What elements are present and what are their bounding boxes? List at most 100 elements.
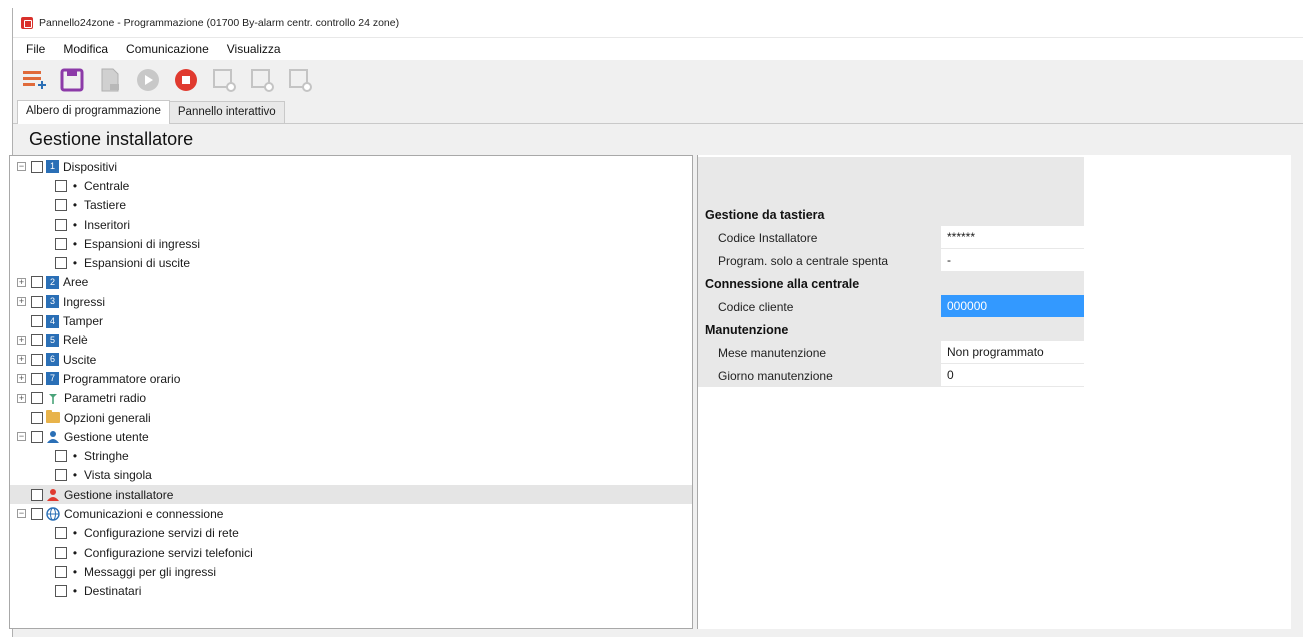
tree-checkbox[interactable] [55,218,67,231]
tree-item[interactable]: +2 Aree [10,273,692,292]
property-value[interactable]: - [941,249,1084,272]
tree-checkbox[interactable] [31,392,43,405]
tree-checkbox[interactable] [55,179,67,192]
stop-button[interactable] [171,65,201,95]
tree-item[interactable]: Gestione installatore [10,485,692,505]
tree-checkbox[interactable] [31,353,43,366]
property-category[interactable]: Connessione alla centrale [698,272,1084,295]
tree-item[interactable]: • Inseritori [10,215,692,234]
tree-item-label: Configurazione servizi di rete [84,526,239,541]
tree-checkbox[interactable] [55,585,67,598]
add-list-button[interactable] [19,65,49,95]
tree-checkbox[interactable] [55,527,67,540]
property-value[interactable]: ****** [941,226,1084,249]
property-grid: Gestione da tastiera Codice Installatore *… [698,157,1084,387]
expand-icon[interactable]: + [17,393,26,403]
device-icon [289,69,312,92]
tree-checkbox[interactable] [55,257,67,270]
tree-item-label: Configurazione servizi telefonici [84,545,253,560]
device-button-2[interactable] [247,65,277,95]
expand-icon[interactable]: + [17,374,26,384]
tree-item[interactable]: • Messaggi per gli ingressi [10,562,692,581]
tree-checkbox[interactable] [55,565,67,578]
property-category[interactable]: Manutenzione [698,318,1084,341]
property-value[interactable]: 0 [941,364,1084,387]
device-button-1[interactable] [209,65,239,95]
tree-item[interactable]: • Stringhe [10,446,692,465]
tree-checkbox[interactable] [31,160,43,173]
bullet-icon: • [72,564,78,579]
tree-item-label: Relè [63,333,88,348]
tree-checkbox[interactable] [55,450,67,463]
expand-icon[interactable]: + [17,355,26,365]
tree-checkbox[interactable] [55,546,67,559]
tree-item-label: Gestione installatore [64,487,174,502]
collapse-icon[interactable]: − [17,509,26,519]
collapse-icon[interactable]: − [17,432,26,442]
tree-item[interactable]: • Centrale [10,176,692,195]
tree-checkbox[interactable] [55,469,67,482]
tree-item[interactable]: +6 Uscite [10,350,692,369]
tree-item[interactable]: +5 Relè [10,331,692,350]
tree-item[interactable]: +3 Ingressi [10,292,692,311]
tree-checkbox[interactable] [31,488,43,501]
expand-icon[interactable]: + [17,297,26,307]
menu-visualizza[interactable]: Visualizza [218,42,290,56]
expand-icon[interactable]: + [17,277,26,287]
property-category[interactable]: Gestione da tastiera [698,203,1084,226]
menu-file[interactable]: File [17,42,54,56]
tree-item[interactable]: • Vista singola [10,466,692,485]
tree-checkbox[interactable] [31,507,43,520]
tree-item[interactable]: • Destinatari [10,582,692,601]
tree-checkbox[interactable] [31,315,43,328]
tree-item-label: Messaggi per gli ingressi [84,564,217,579]
bullet-icon: • [72,217,78,232]
tree-checkbox[interactable] [31,372,43,385]
tree-checkbox[interactable] [31,334,43,347]
tree-item-label: Comunicazioni e connessione [64,506,224,521]
tree-checkbox[interactable] [55,199,67,212]
tree-checkbox[interactable] [31,411,43,424]
property-row[interactable]: Program. solo a centrale spenta - [698,249,1084,272]
save-button[interactable] [57,65,87,95]
property-grid-header [698,157,1084,203]
property-row[interactable]: Codice Installatore ****** [698,226,1084,249]
tree-item[interactable]: • Espansioni di uscite [10,253,692,272]
tree-item[interactable]: − 1 Dispositivi [10,157,692,176]
property-row[interactable]: Codice cliente 000000 [698,295,1084,318]
panel-title: Gestione installatore [13,124,1303,155]
bullet-icon: • [72,178,78,193]
programming-tree[interactable]: − 1 Dispositivi • Centrale • Tastiere • Inserito… [9,155,693,629]
app-icon [21,16,33,29]
tree-item[interactable]: 4 Tamper [10,311,692,330]
tree-item[interactable]: Opzioni generali [10,408,692,427]
expand-icon[interactable]: + [17,335,26,345]
tree-checkbox[interactable] [31,430,43,443]
tree-checkbox[interactable] [55,237,67,250]
device-button-3[interactable] [285,65,315,95]
collapse-icon[interactable]: − [17,162,26,172]
tree-checkbox[interactable] [31,295,43,308]
property-row[interactable]: Giorno manutenzione 0 [698,364,1084,387]
title-bar: Pannello24zone - Programmazione (01700 B… [13,8,1303,38]
tree-item[interactable]: − Comunicazioni e connessione [10,504,692,523]
tab-albero-di-programmazione[interactable]: Albero di programmazione [17,100,170,124]
tree-item-label: Espansioni di uscite [84,256,191,271]
tree-item[interactable]: • Configurazione servizi di rete [10,524,692,543]
tab-pannello-interattivo[interactable]: Pannello interattivo [168,101,285,123]
tree-item[interactable]: − Gestione utente [10,427,692,446]
menu-comunicazione[interactable]: Comunicazione [117,42,218,56]
device-icon [251,69,274,92]
tree-item[interactable]: • Configurazione servizi telefonici [10,543,692,562]
document-button[interactable] [95,65,125,95]
tree-item[interactable]: • Tastiere [10,196,692,215]
tree-item[interactable]: • Espansioni di ingressi [10,234,692,253]
property-value[interactable]: 000000 [941,295,1084,318]
tree-checkbox[interactable] [31,276,43,289]
property-value[interactable]: Non programmato [941,341,1084,364]
tree-item[interactable]: +7 Programmatore orario [10,369,692,388]
property-row[interactable]: Mese manutenzione Non programmato [698,341,1084,364]
menu-modifica[interactable]: Modifica [54,42,117,56]
play-button[interactable] [133,65,163,95]
tree-item[interactable]: + Parametri radio [10,389,692,408]
